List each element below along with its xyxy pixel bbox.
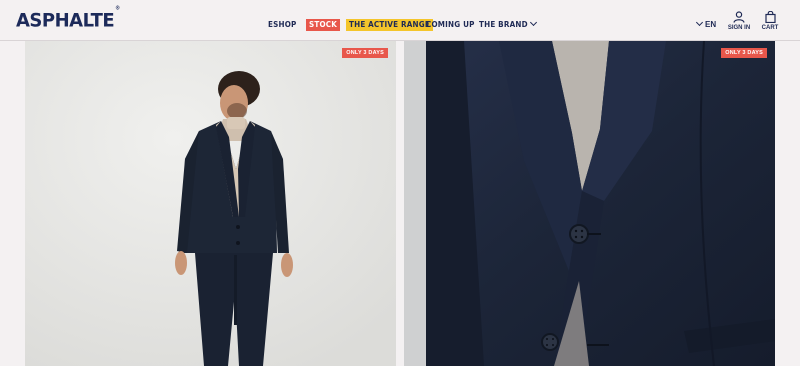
- cart-label: CART: [761, 25, 779, 31]
- chevron-down-icon: [695, 18, 704, 27]
- limited-offer-badge: ONLY 3 DAYS: [721, 48, 767, 58]
- product-image-jacket-closeup[interactable]: ONLY 3 DAYS: [404, 41, 775, 366]
- limited-offer-badge: ONLY 3 DAYS: [342, 48, 388, 58]
- nav-the-brand-label: THE BRAND: [479, 20, 528, 29]
- product-image-full-suit[interactable]: ONLY 3 DAYS: [25, 41, 396, 366]
- logo-trademark: ®: [115, 5, 120, 12]
- cart-button[interactable]: CART: [760, 11, 780, 31]
- nav-the-brand[interactable]: THE BRAND: [479, 18, 537, 31]
- site-header: ASPHALTE® ESHOP STOCK THE ACTIVE RANGE C…: [0, 0, 800, 41]
- suit-model-illustration: [25, 41, 396, 366]
- language-selector[interactable]: EN: [695, 18, 717, 31]
- jacket-closeup-illustration: [404, 41, 775, 366]
- sign-in-button[interactable]: SIGN IN: [726, 11, 752, 31]
- nav-stock[interactable]: STOCK: [306, 19, 341, 31]
- nav-eshop[interactable]: ESHOP: [268, 19, 297, 31]
- chevron-down-icon: [529, 18, 537, 27]
- sign-in-label: SIGN IN: [727, 25, 751, 31]
- nav-active-range[interactable]: THE ACTIVE RANGE: [346, 19, 433, 31]
- nav-coming-up[interactable]: COMING UP: [426, 19, 475, 31]
- user-icon: [733, 11, 745, 23]
- main-nav: ESHOP STOCK THE ACTIVE RANGE COMING UP T…: [0, 18, 800, 33]
- language-label: EN: [705, 20, 717, 29]
- bag-icon: [764, 11, 776, 23]
